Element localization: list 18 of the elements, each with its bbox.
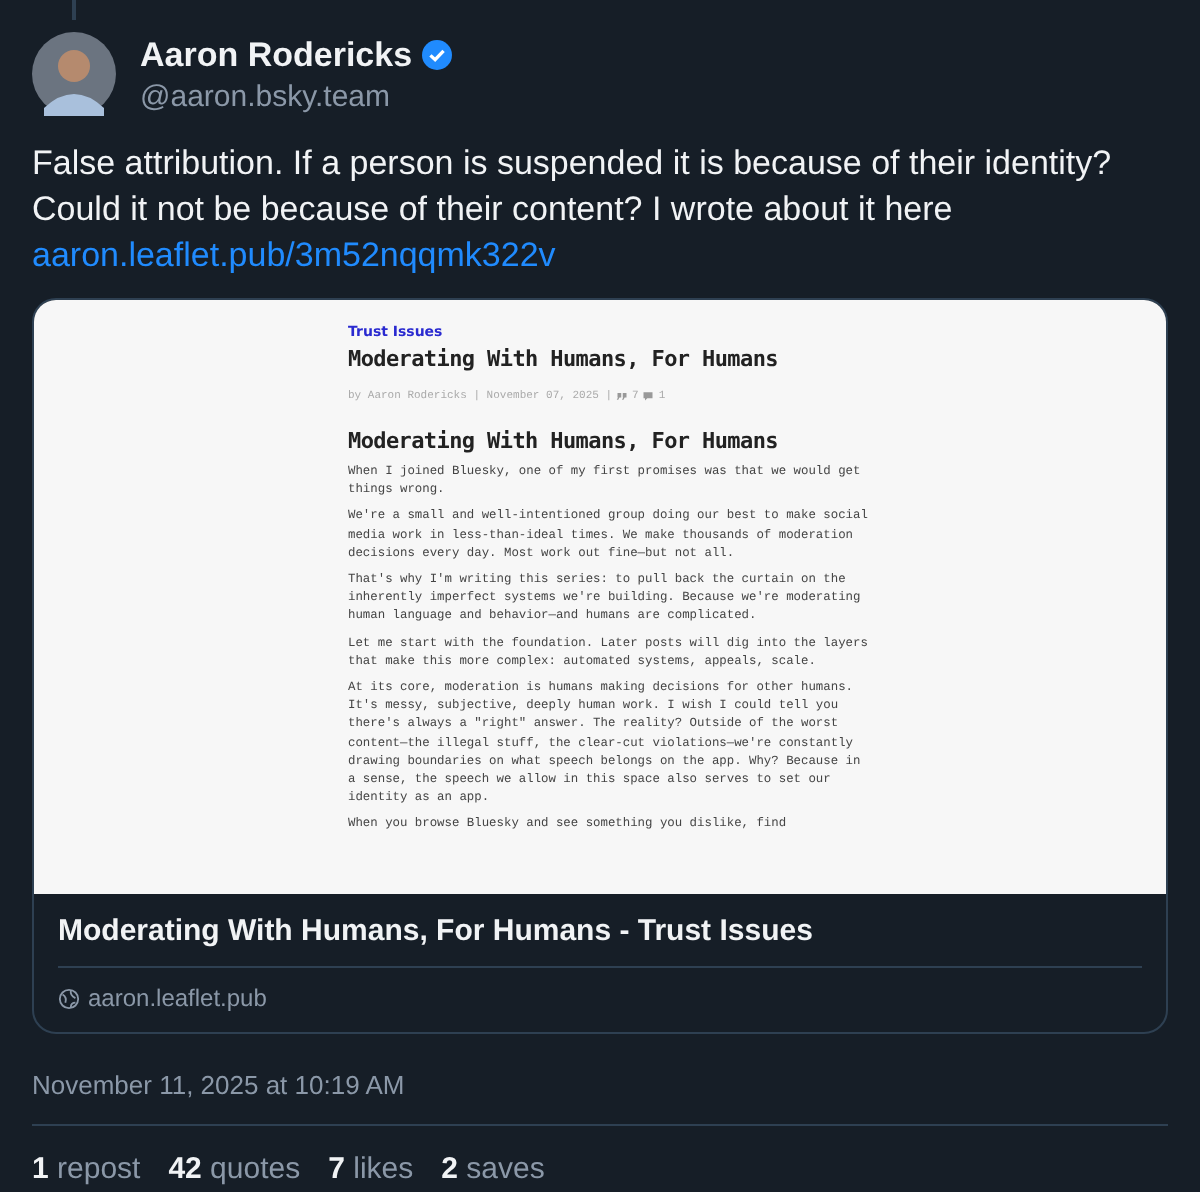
post-stat[interactable]: 42 quotes bbox=[168, 1152, 301, 1186]
post-stat[interactable]: 2 saves bbox=[441, 1152, 545, 1186]
article-heading: Moderating With Humans, For Humans bbox=[348, 428, 780, 454]
post-stat[interactable]: 1 repost bbox=[32, 1152, 141, 1186]
link-title: Moderating With Humans, For Humans - Trust Issues bbox=[58, 912, 815, 952]
post-stat[interactable]: 7 likes bbox=[328, 1152, 414, 1186]
comment-icon bbox=[642, 389, 655, 401]
post-text: False attribution. If a person is suspended it is because of their identity? Could it not be because of their content? I wrote about it here bbox=[32, 142, 1114, 232]
post-timestamp: November 11, 2025 at 10:19 AM bbox=[32, 1070, 1168, 1126]
quote-icon bbox=[616, 389, 629, 401]
article-title: Moderating With Humans, For Humans bbox=[348, 346, 780, 372]
author-name[interactable]: Aaron Rodericks bbox=[140, 35, 413, 75]
post-link[interactable]: aaron.leaflet.pub/3m52nqqmk322v bbox=[32, 232, 1168, 278]
link-card[interactable] bbox=[32, 298, 1168, 1034]
author-handle[interactable]: @aaron.bsky.team bbox=[140, 79, 453, 113]
link-domain: aaron.leaflet.pub bbox=[88, 984, 267, 1012]
avatar[interactable] bbox=[32, 32, 116, 116]
globe-icon bbox=[58, 987, 80, 1009]
